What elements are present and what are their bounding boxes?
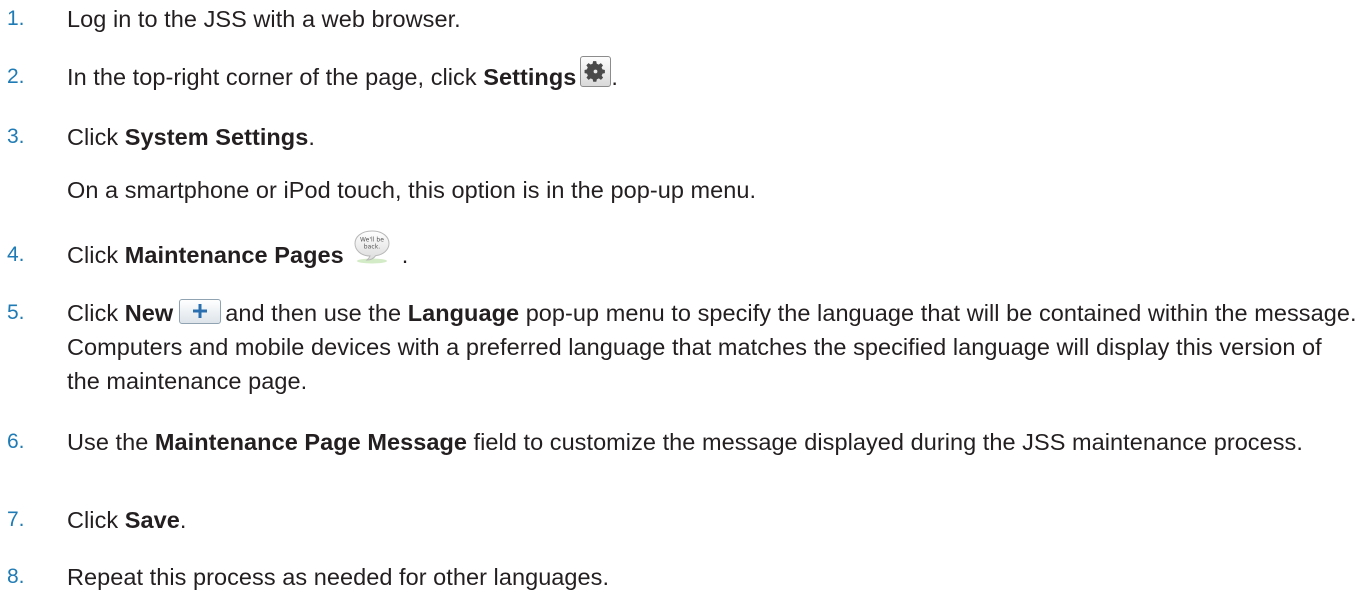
step-number: 7. — [7, 508, 25, 531]
system-settings-label: System Settings — [124, 124, 309, 150]
bubble-text-line-1: We'll be — [360, 236, 384, 243]
plus-icon — [179, 299, 222, 325]
step-text: Use the Maintenance Page Message field t… — [67, 429, 1303, 455]
settings-label: Settings — [483, 64, 577, 90]
step-number: 8. — [7, 565, 25, 588]
step-text: In the top-right corner of the page, cli… — [67, 56, 1357, 94]
step-number: 5. — [7, 301, 25, 324]
speech-bubble-icon: We'll be back. — [350, 229, 394, 265]
bubble-text-line-2: back. — [364, 243, 380, 250]
step-number: 3. — [7, 125, 25, 148]
language-label: Language — [407, 300, 520, 326]
step-text: Click System Settings. On a smartphone or… — [67, 120, 1357, 207]
step-note: On a smartphone or iPod touch, this opti… — [67, 177, 757, 203]
instruction-steps: 1. Log in to the JSS with a web browser.… — [0, 0, 1364, 598]
maintenance-pages-label: Maintenance Pages — [124, 242, 344, 268]
step-number: 2. — [7, 65, 25, 88]
step-number: 4. — [7, 243, 25, 266]
step-number: 1. — [7, 7, 25, 30]
step-text: Click Maintenance Pages We'll be back.. — [67, 230, 1357, 275]
step-text: Repeat this process as needed for other … — [67, 564, 610, 590]
new-label: New — [124, 300, 174, 326]
step-text: Log in to the JSS with a web browser. — [67, 6, 461, 32]
maintenance-page-message-label: Maintenance Page Message — [154, 429, 467, 455]
gear-icon — [580, 56, 612, 88]
step-number: 6. — [7, 430, 25, 453]
step-text: Click Save. — [67, 507, 187, 533]
step-text: Click New and then use the Language pop-u… — [67, 299, 1357, 394]
save-label: Save — [124, 507, 180, 533]
